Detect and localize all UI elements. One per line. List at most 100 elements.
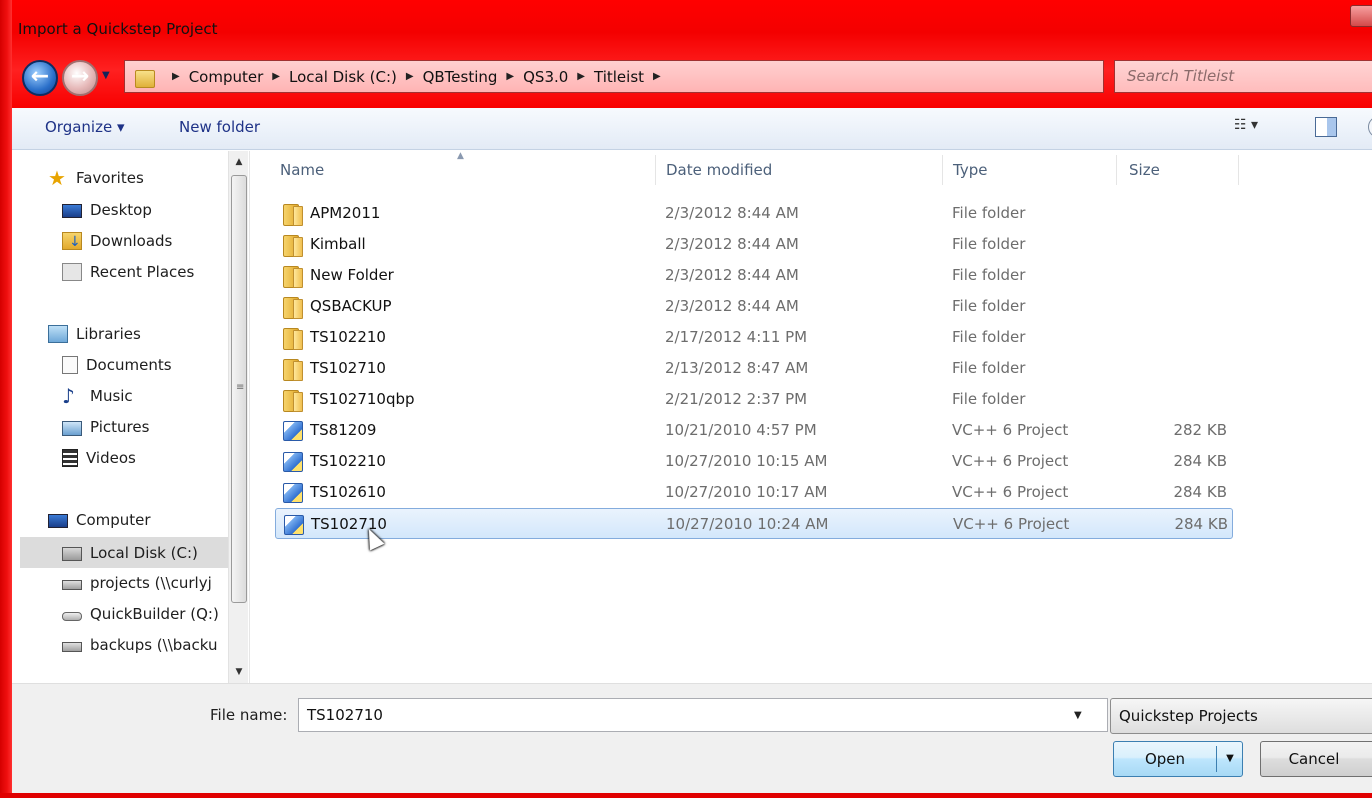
vc-project-icon: [283, 483, 303, 503]
file-row[interactable]: TS102210 2/17/2012 4:11 PM File folder: [275, 322, 1233, 353]
column-divider[interactable]: [1116, 155, 1117, 185]
file-type: VC++ 6 Project: [953, 515, 1070, 533]
breadcrumb-local-disk[interactable]: Local Disk (C:): [289, 68, 397, 86]
breadcrumb-qs30[interactable]: QS3.0: [523, 68, 568, 86]
pictures-icon: [62, 420, 82, 436]
chevron-right-icon[interactable]: ▶: [406, 71, 414, 82]
file-type-select[interactable]: Quickstep Projects: [1110, 698, 1372, 734]
sidebar-item-quickbuilder[interactable]: QuickBuilder (Q:): [62, 605, 219, 623]
file-date: 2/13/2012 8:47 AM: [665, 359, 809, 377]
file-row[interactable]: TS102610 10/27/2010 10:17 AM VC++ 6 Projec…: [275, 477, 1233, 508]
file-row[interactable]: APM2011 2/3/2012 8:44 AM File folder: [275, 198, 1233, 229]
open-button[interactable]: Open ▼: [1113, 741, 1243, 777]
videos-icon: [62, 449, 78, 467]
organize-button[interactable]: Organize ▾: [45, 118, 125, 136]
sidebar-item-libraries[interactable]: Libraries: [48, 325, 141, 343]
chevron-right-icon[interactable]: ▶: [272, 71, 280, 82]
address-bar[interactable]: ▶ Computer ▶ Local Disk (C:) ▶ QBTesting…: [124, 60, 1219, 93]
file-row[interactable]: TS102710qbp 2/21/2012 2:37 PM File folder: [275, 384, 1233, 415]
file-row[interactable]: New Folder 2/3/2012 8:44 AM File folder: [275, 260, 1233, 291]
drive-icon: [62, 612, 82, 621]
scroll-down-icon[interactable]: ▼: [229, 661, 249, 683]
file-row[interactable]: TS81209 10/21/2010 4:57 PM VC++ 6 Project 2…: [275, 415, 1233, 446]
sidebar-item-backups[interactable]: backups (\\backu: [62, 636, 217, 654]
cancel-button-label: Cancel: [1288, 750, 1340, 768]
local-disk-icon: [62, 546, 82, 561]
file-type: File folder: [952, 235, 1026, 253]
sidebar-item-pictures[interactable]: Pictures: [62, 418, 149, 436]
scrollbar-thumb[interactable]: ≡: [231, 175, 247, 603]
file-name-value: TS102710: [307, 706, 383, 724]
chevron-right-icon[interactable]: ▶: [172, 71, 180, 82]
chevron-right-icon[interactable]: ▶: [506, 71, 514, 82]
sidebar-item-desktop[interactable]: Desktop: [62, 201, 152, 219]
sidebar-item-label: projects (\\curlyj: [90, 574, 212, 592]
file-row[interactable]: QSBACKUP 2/3/2012 8:44 AM File folder: [275, 291, 1233, 322]
scroll-up-icon[interactable]: ▲: [229, 151, 249, 173]
back-arrow-icon[interactable]: ←: [22, 60, 58, 96]
navigation-scrollbar[interactable]: ▲ ≡ ▼: [228, 151, 248, 683]
column-divider[interactable]: [655, 155, 656, 185]
vc-project-icon: [284, 515, 304, 535]
breadcrumb-qbtesting[interactable]: QBTesting: [423, 68, 498, 86]
sidebar-item-label: Music: [90, 387, 133, 405]
help-icon[interactable]: [1368, 116, 1372, 138]
cancel-button[interactable]: Cancel: [1260, 741, 1372, 777]
sidebar-item-label: Recent Places: [90, 263, 195, 281]
toolbar: Organize ▾ New folder ☷ ▾: [12, 108, 1372, 150]
file-row[interactable]: TS102710 10/27/2010 10:24 AM VC++ 6 Projec…: [275, 508, 1233, 539]
file-name-dropdown-icon[interactable]: ▼: [1074, 710, 1082, 721]
new-folder-button[interactable]: New folder: [179, 118, 260, 136]
file-type: VC++ 6 Project: [952, 483, 1069, 501]
file-size: 284 KB: [1174, 515, 1228, 533]
file-date: 2/3/2012 8:44 AM: [665, 235, 799, 253]
file-row[interactable]: TS102210 10/27/2010 10:15 AM VC++ 6 Projec…: [275, 446, 1233, 477]
folder-icon: [283, 297, 303, 319]
sidebar-item-computer[interactable]: Computer: [48, 511, 151, 529]
sidebar-item-videos[interactable]: Videos: [62, 449, 136, 467]
sidebar-item-music[interactable]: ♪ Music: [62, 386, 133, 406]
dialog-footer: File name: TS102710 ▼ Quickstep Projects…: [12, 683, 1372, 793]
recent-pages-chevron-icon[interactable]: ▼: [102, 70, 110, 81]
file-type: File folder: [952, 359, 1026, 377]
breadcrumb-computer[interactable]: Computer: [189, 68, 264, 86]
recent-places-icon: [62, 263, 82, 281]
network-drive-icon: [62, 642, 82, 652]
sidebar-item-local-disk[interactable]: Local Disk (C:): [20, 537, 242, 568]
search-input[interactable]: Search Titleist: [1114, 60, 1372, 93]
column-divider[interactable]: [942, 155, 943, 185]
sidebar-item-recent-places[interactable]: Recent Places: [62, 263, 194, 281]
sidebar-item-downloads[interactable]: ↓ Downloads: [62, 232, 172, 250]
column-header-date[interactable]: Date modified: [666, 151, 772, 189]
open-options-chevron-icon[interactable]: ▼: [1220, 742, 1240, 776]
sidebar-item-projects[interactable]: projects (\\curlyj: [62, 574, 212, 592]
file-date: 2/3/2012 8:44 AM: [665, 204, 799, 222]
file-name: QSBACKUP: [310, 297, 392, 315]
preview-pane-icon[interactable]: [1315, 117, 1337, 137]
sidebar-item-documents[interactable]: Documents: [62, 356, 172, 374]
import-dialog: Import a Quickstep Project ← → ▼ ▶ Compu…: [0, 0, 1372, 798]
file-date: 2/21/2012 2:37 PM: [665, 390, 808, 408]
file-date: 2/17/2012 4:11 PM: [665, 328, 808, 346]
column-header-type[interactable]: Type: [953, 151, 987, 189]
chevron-right-icon[interactable]: ▶: [577, 71, 585, 82]
file-date: 10/27/2010 10:17 AM: [665, 483, 828, 501]
column-divider[interactable]: [1238, 155, 1239, 185]
file-type: File folder: [952, 297, 1026, 315]
sidebar-item-favorites[interactable]: ★ Favorites: [48, 166, 144, 190]
change-view-icon[interactable]: ☷ ▾: [1234, 117, 1288, 139]
chevron-right-icon[interactable]: ▶: [653, 71, 661, 82]
breadcrumb-titleist[interactable]: Titleist: [594, 68, 644, 86]
file-date: 10/21/2010 4:57 PM: [665, 421, 817, 439]
column-header-size[interactable]: Size: [1129, 151, 1160, 189]
file-row[interactable]: TS102710 2/13/2012 8:47 AM File folder: [275, 353, 1233, 384]
file-name-input[interactable]: TS102710: [298, 698, 1108, 732]
file-row[interactable]: Kimball 2/3/2012 8:44 AM File folder: [275, 229, 1233, 260]
sidebar-item-label: Libraries: [76, 325, 141, 343]
window-frame-bottom: [0, 793, 1372, 798]
star-icon: ★: [48, 166, 66, 190]
close-button[interactable]: [1350, 5, 1372, 27]
file-name: TS102210: [310, 452, 386, 470]
column-header-name[interactable]: Name: [280, 151, 324, 189]
forward-arrow-icon[interactable]: →: [62, 60, 98, 96]
